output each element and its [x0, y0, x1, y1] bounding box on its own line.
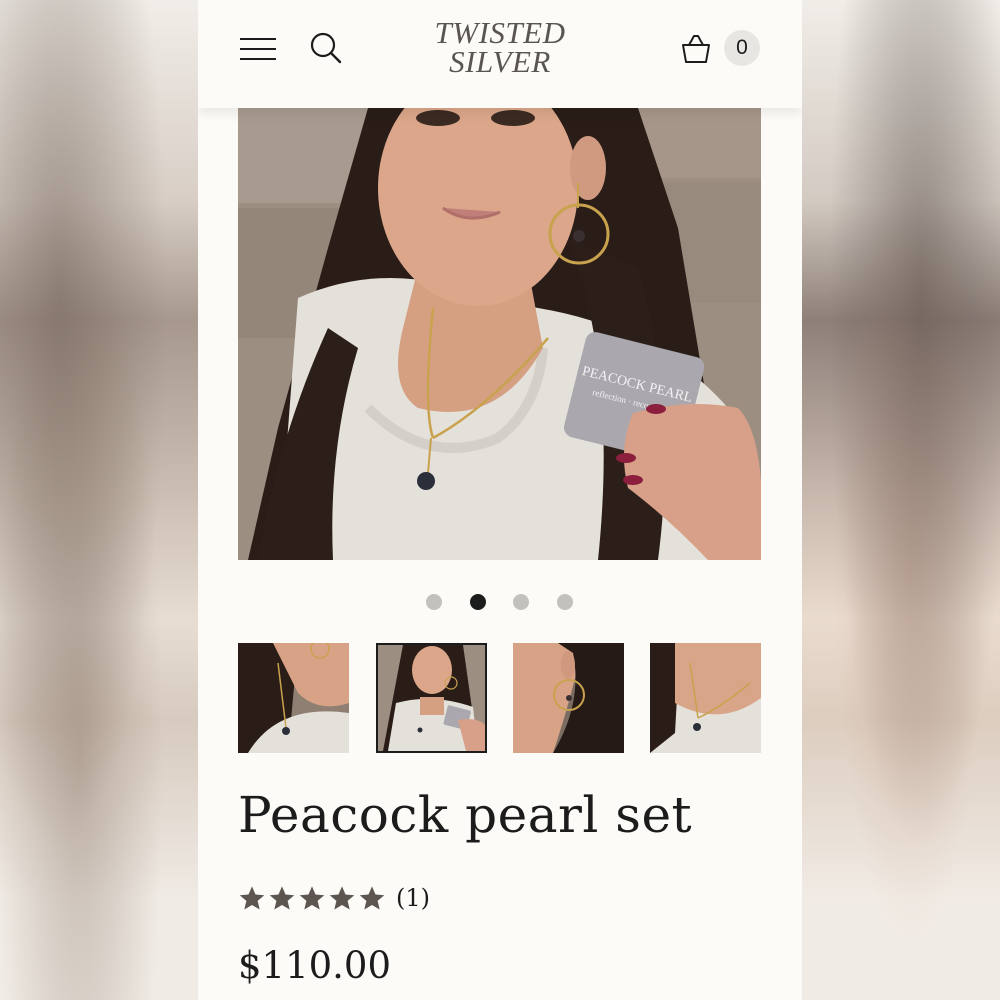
thumbnail-2-image — [378, 645, 485, 751]
star-icon — [239, 886, 265, 910]
carousel-pagination — [426, 594, 576, 610]
search-icon[interactable] — [308, 30, 344, 66]
product-rating[interactable]: (1) — [238, 882, 498, 916]
shopping-basket-icon[interactable] — [680, 32, 712, 66]
blurred-background-left — [0, 0, 198, 1000]
carousel-dot-2[interactable] — [470, 594, 486, 610]
cart-count-badge[interactable]: 0 — [724, 30, 760, 66]
review-count[interactable]: (1) — [396, 882, 430, 914]
blurred-background-right — [802, 0, 1000, 1000]
thumbnail-4-image — [650, 643, 761, 753]
thumbnail-3-image — [513, 643, 624, 753]
thumbnail-2[interactable] — [376, 643, 487, 753]
thumbnail-4[interactable] — [650, 643, 761, 753]
site-header: TWISTED SILVER 0 — [198, 0, 802, 108]
star-icon — [329, 886, 355, 910]
thumbnail-3[interactable] — [513, 643, 624, 753]
carousel-dot-4[interactable] — [557, 594, 573, 610]
carousel-dot-1[interactable] — [426, 594, 442, 610]
star-icon — [299, 886, 325, 910]
model-photo: PEACOCK PEARL reflection · recognition — [238, 108, 761, 560]
star-icon — [269, 886, 295, 910]
thumbnail-1[interactable] — [238, 643, 349, 753]
site-logo[interactable]: TWISTED SILVER — [420, 15, 580, 79]
logo-line-1: TWISTED — [434, 15, 566, 50]
product-price: $110.00 — [238, 944, 392, 987]
product-main-image[interactable]: PEACOCK PEARL reflection · recognition — [238, 108, 761, 560]
product-title: Peacock pearl set — [238, 786, 693, 844]
hamburger-menu-icon[interactable] — [240, 36, 276, 62]
carousel-dot-3[interactable] — [513, 594, 529, 610]
logo-line-2: SILVER — [449, 44, 551, 79]
thumbnail-1-image — [238, 643, 349, 753]
product-page: TWISTED SILVER 0 PEACOCK PEARL reflectio… — [198, 0, 802, 1000]
star-icon — [359, 886, 385, 910]
